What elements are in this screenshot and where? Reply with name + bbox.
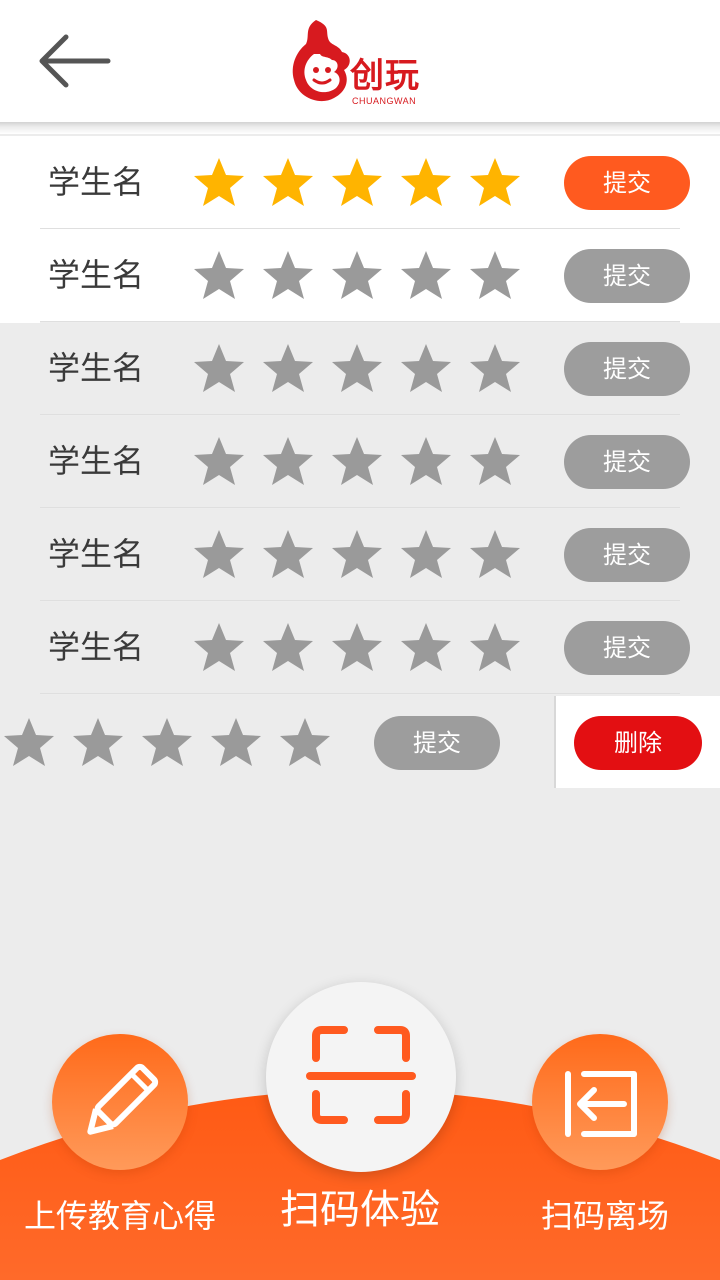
submit-button[interactable]: 提交 — [564, 435, 690, 489]
star-icon[interactable] — [261, 435, 315, 489]
rating-stars[interactable] — [192, 435, 532, 489]
star-icon[interactable] — [330, 621, 384, 675]
submit-button[interactable]: 提交 — [564, 249, 690, 303]
student-name: 学生名 — [48, 535, 145, 573]
scan-exit-label: 扫码离场 — [540, 1197, 669, 1235]
student-name: 学生名 — [48, 163, 145, 201]
upload-notes-button[interactable] — [52, 1034, 188, 1170]
row-divider — [40, 693, 680, 695]
star-icon[interactable] — [192, 435, 246, 489]
student-row: 学生名 提交 — [0, 601, 720, 695]
logo-subtext: CHUANGWAN — [352, 96, 417, 106]
submit-button[interactable]: 提交 — [564, 621, 690, 675]
star-icon[interactable] — [261, 621, 315, 675]
star-icon[interactable] — [261, 342, 315, 396]
student-row: 学生名 提交 — [0, 322, 720, 416]
star-icon[interactable] — [468, 342, 522, 396]
star-icon[interactable] — [468, 528, 522, 582]
back-button[interactable] — [34, 28, 114, 94]
student-name: 学生名 — [48, 442, 145, 480]
star-icon[interactable] — [399, 156, 453, 210]
star-icon[interactable] — [399, 249, 453, 303]
student-name: 学生名 — [48, 256, 145, 294]
star-icon[interactable] — [192, 156, 246, 210]
star-icon[interactable] — [71, 716, 125, 770]
rating-stars[interactable] — [192, 249, 532, 303]
star-icon[interactable] — [468, 249, 522, 303]
scan-experience-label: 扫码体验 — [280, 1187, 440, 1233]
star-icon[interactable] — [261, 528, 315, 582]
delete-button[interactable]: 删除 — [574, 716, 702, 770]
student-name: 学生名 — [48, 628, 145, 666]
star-icon[interactable] — [330, 249, 384, 303]
pencil-icon — [87, 1063, 159, 1135]
star-icon[interactable] — [399, 342, 453, 396]
star-icon[interactable] — [468, 435, 522, 489]
star-icon[interactable] — [209, 716, 263, 770]
submit-button[interactable]: 提交 — [374, 716, 500, 770]
student-row: 学生名 提交 — [0, 415, 720, 509]
scan-icon — [306, 1026, 416, 1124]
scan-exit-button[interactable] — [532, 1034, 668, 1170]
rating-stars[interactable] — [192, 621, 532, 675]
star-icon[interactable] — [330, 342, 384, 396]
arrow-left-icon — [39, 34, 111, 88]
student-row: 学生名 提交 — [0, 229, 720, 323]
star-icon[interactable] — [399, 528, 453, 582]
star-icon[interactable] — [261, 249, 315, 303]
star-icon[interactable] — [140, 716, 194, 770]
submit-button[interactable]: 提交 — [564, 528, 690, 582]
star-icon[interactable] — [468, 156, 522, 210]
star-icon[interactable] — [192, 249, 246, 303]
submit-button[interactable]: 提交 — [564, 156, 690, 210]
swiped-student-row[interactable]: 提交 删除 — [0, 696, 720, 790]
header-divider — [0, 122, 720, 134]
upload-notes-label: 上传教育心得 — [23, 1197, 216, 1235]
delete-panel: 删除 — [554, 696, 720, 788]
star-icon[interactable] — [468, 621, 522, 675]
rating-stars[interactable] — [192, 528, 532, 582]
rating-stars[interactable] — [2, 716, 342, 770]
scan-experience-button[interactable] — [266, 982, 456, 1172]
exit-icon — [565, 1071, 637, 1137]
submit-button[interactable]: 提交 — [564, 342, 690, 396]
app-header: 创玩 CHUANGWAN — [0, 0, 720, 122]
star-icon[interactable] — [261, 156, 315, 210]
star-icon[interactable] — [192, 528, 246, 582]
star-icon[interactable] — [330, 156, 384, 210]
rating-stars[interactable] — [192, 156, 532, 210]
student-row: 学生名 提交 — [0, 508, 720, 602]
star-icon[interactable] — [278, 716, 332, 770]
star-icon[interactable] — [330, 528, 384, 582]
star-icon[interactable] — [330, 435, 384, 489]
flame-mascot-icon — [292, 20, 350, 102]
rating-stars[interactable] — [192, 342, 532, 396]
star-icon[interactable] — [2, 716, 56, 770]
student-row: 学生名 提交 — [0, 136, 720, 230]
star-icon[interactable] — [399, 435, 453, 489]
star-icon[interactable] — [192, 621, 246, 675]
logo-text: 创玩 — [350, 56, 420, 96]
star-icon[interactable] — [192, 342, 246, 396]
student-name: 学生名 — [48, 349, 145, 387]
star-icon[interactable] — [399, 621, 453, 675]
